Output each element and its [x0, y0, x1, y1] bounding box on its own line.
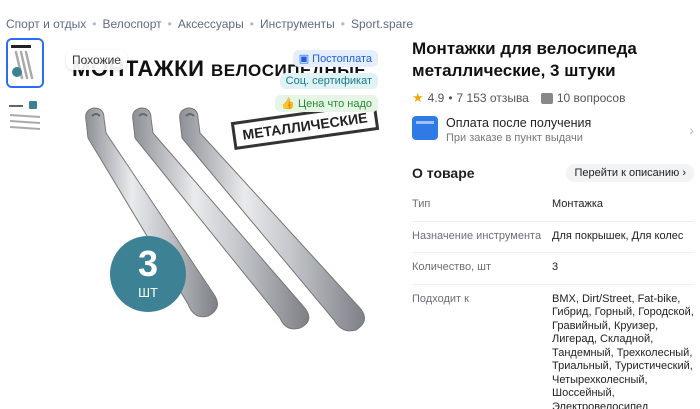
breadcrumb: Спорт и отдых • Велоспорт • Аксессуары • Инстр… — [6, 17, 414, 31]
about-title: О товаре — [412, 165, 475, 181]
card-icon — [412, 116, 438, 140]
payment-subtitle: При заказе в пункт выдачи — [446, 132, 583, 144]
price-badge-label: Цена что надо — [297, 97, 372, 110]
similar-button[interactable]: Похожие — [66, 50, 127, 70]
spec-row: Тип Монтажка — [412, 190, 694, 222]
rating-value: 4.9 — [427, 91, 445, 105]
spec-value: BMX, Dirt/Street, Fat-bike, Гибрид, Горн… — [552, 292, 694, 409]
certificate-badge-label: Соц. сертификат — [285, 75, 372, 87]
chevron-right-icon: › — [689, 122, 694, 138]
quantity-circle: 3 ШТ — [110, 236, 186, 312]
about-header: О товаре Перейти к описанию › — [412, 164, 694, 182]
questions-link[interactable]: 10 вопросов — [557, 91, 626, 105]
chevron-right-icon: › — [682, 167, 686, 179]
breadcrumb-item[interactable]: Аксессуары — [178, 17, 244, 31]
spec-key: Тип — [412, 198, 431, 210]
thumbnail-list — [6, 38, 46, 150]
product-info: Монтажки для велосипеда металлические, 3… — [412, 38, 694, 409]
thumbnail-image — [7, 95, 43, 143]
thumbnail-image — [8, 40, 42, 86]
goto-description-label: Перейти к описанию — [574, 167, 680, 179]
quantity-unit: ШТ — [138, 285, 158, 300]
credit-card-icon: ▣ — [298, 53, 310, 65]
payment-title: Оплата после получения — [446, 116, 592, 130]
breadcrumb-item[interactable]: Велоспорт — [102, 17, 161, 31]
spec-value: Для покрышек, Для колес — [552, 229, 684, 242]
spec-row: Количество, шт 3 — [412, 253, 694, 285]
spec-row: Подходит к BMX, Dirt/Street, Fat-bike, Г… — [412, 285, 694, 409]
spec-value: 3 — [552, 261, 559, 273]
product-title: Монтажки для велосипеда металлические, 3… — [412, 39, 637, 80]
star-icon: ★ — [412, 90, 424, 105]
question-icon — [540, 92, 553, 104]
breadcrumb-item[interactable]: Спорт и отдых — [6, 17, 86, 31]
goto-description-button[interactable]: Перейти к описанию › — [566, 164, 694, 182]
payment-after-receipt[interactable]: Оплата после получения При заказе в пунк… — [412, 116, 694, 144]
spec-value: Монтажка — [552, 198, 604, 210]
postpay-badge[interactable]: ▣ Постоплата — [292, 50, 378, 67]
badge-list: ▣ Постоплата Соц. сертификат 👍 Цена что … — [275, 50, 378, 112]
thumbnail-1[interactable] — [6, 38, 44, 88]
spec-key: Назначение инструмента — [412, 229, 542, 242]
rating-row: ★ 4.9 • 7 153 отзыва 10 вопросов — [412, 90, 626, 105]
certificate-badge[interactable]: Соц. сертификат — [279, 73, 378, 89]
spec-key: Подходит к — [412, 292, 469, 305]
spec-row: Назначение инструмента Для покрышек, Для… — [412, 222, 694, 253]
thumbnail-2[interactable] — [6, 94, 44, 144]
thumbs-up-icon: 👍 — [281, 98, 295, 110]
reviews-link[interactable]: 7 153 отзыва — [457, 91, 529, 105]
spec-table: Тип Монтажка Назначение инструмента Для … — [412, 190, 694, 409]
quantity-number: 3 — [137, 243, 159, 284]
spec-key: Количество, шт — [412, 261, 492, 273]
breadcrumb-item[interactable]: Sport.spare — [351, 17, 413, 31]
postpay-badge-label: Постоплата — [312, 52, 372, 65]
price-badge[interactable]: 👍 Цена что надо — [275, 95, 378, 112]
breadcrumb-item[interactable]: Инструменты — [260, 17, 335, 31]
